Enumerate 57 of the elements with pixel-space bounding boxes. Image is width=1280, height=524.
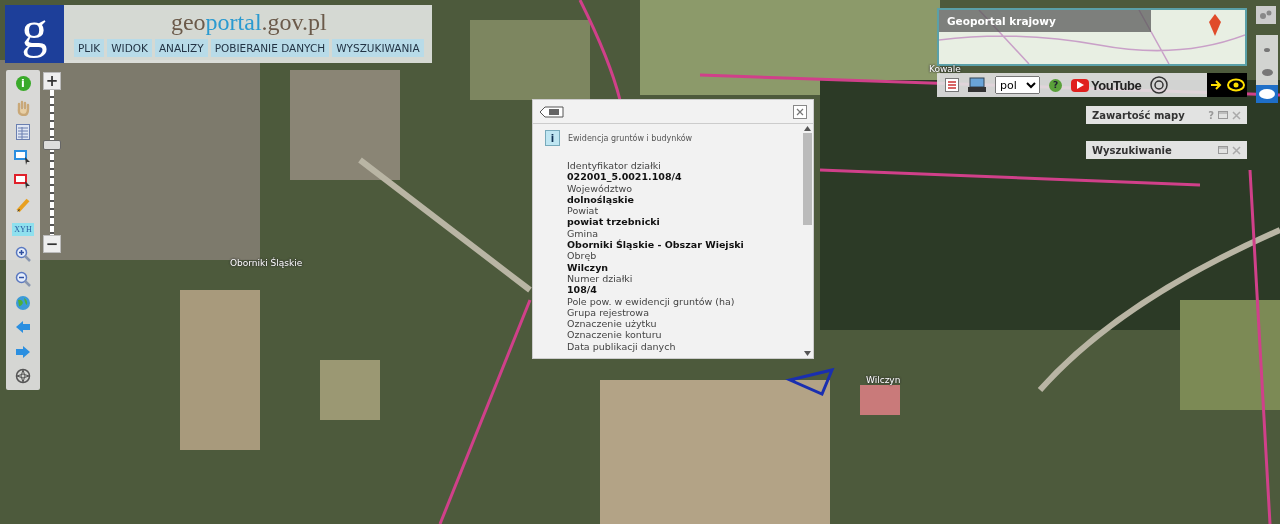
maximize-icon[interactable]: [1218, 111, 1228, 119]
scrollbar[interactable]: [801, 124, 813, 358]
menu-item[interactable]: PLIK: [74, 39, 105, 57]
field-value: dolnośląskie: [567, 193, 635, 206]
field-label: Gmina: [567, 227, 600, 240]
legend-icon[interactable]: [945, 78, 959, 92]
field-value: Wilczyn: [567, 261, 610, 273]
field-label: Oznaczenie użytku: [567, 318, 658, 330]
map-place-label: Oborniki Śląskie: [230, 258, 303, 268]
logo-icon[interactable]: g: [5, 5, 64, 63]
panel-title: Zawartość mapy: [1092, 109, 1185, 121]
scroll-down-icon[interactable]: [803, 351, 811, 356]
field-label: Data publikacji danych: [567, 340, 677, 353]
list-icon[interactable]: [539, 106, 565, 118]
field-label: Województwo: [567, 182, 634, 194]
menu-item[interactable]: WYSZUKIWANIA: [332, 39, 424, 57]
zoom-in-button[interactable]: +: [43, 72, 61, 90]
settings-icon[interactable]: [1256, 6, 1276, 24]
field-value: 108/4: [567, 284, 598, 296]
table-icon[interactable]: [16, 122, 30, 142]
zoom-slider-thumb[interactable]: [43, 139, 61, 150]
youtube-logo[interactable]: YouTube: [1071, 77, 1142, 93]
field-value: Oborniki Śląskie - Obszar Wiejski: [567, 239, 745, 251]
field-value: 022001_5.0021.108/4: [567, 171, 683, 183]
site-title: geoportal.gov.pl: [170, 9, 327, 35]
field-label: Identyfikator działki: [567, 160, 662, 172]
language-select[interactable]: pol: [995, 76, 1040, 94]
field-label: Powiat: [567, 205, 600, 217]
panel-header[interactable]: Zawartość mapy ?: [1086, 106, 1247, 124]
field-label: Oznaczenie konturu: [567, 329, 663, 341]
eye-icon[interactable]: [1256, 85, 1278, 103]
help-icon[interactable]: ?: [1049, 78, 1062, 92]
menu-item[interactable]: WIDOK: [107, 39, 152, 57]
field-value: powiat trzebnicki: [567, 216, 661, 228]
zoom-in-icon[interactable]: [15, 244, 31, 264]
field-label: Grupa rejestrowa: [567, 306, 649, 319]
layer-title: Ewidencja gruntów i budynków: [568, 133, 693, 143]
overview-map[interactable]: Geoportal krajowy: [937, 8, 1247, 66]
info-icon: i: [545, 130, 560, 146]
maximize-icon[interactable]: [1218, 146, 1228, 154]
zoom-out-icon[interactable]: [15, 269, 31, 289]
overview-map-title: Geoportal krajowy: [939, 10, 1151, 32]
field-label: Obręb: [567, 250, 598, 262]
menu-item[interactable]: POBIERANIE DANYCH: [210, 39, 330, 57]
menu-item[interactable]: ANALIZY: [154, 39, 208, 57]
panel-title: Wyszukiwanie: [1092, 144, 1172, 156]
computer-icon[interactable]: [968, 77, 986, 93]
panel-header[interactable]: Wyszukiwanie: [1086, 141, 1247, 159]
field-label: Numer działki: [567, 272, 634, 285]
close-icon[interactable]: [793, 105, 807, 119]
zoom-out-button[interactable]: −: [43, 235, 61, 253]
compass-icon[interactable]: [15, 366, 31, 386]
high-contrast-icon[interactable]: [1207, 73, 1247, 97]
field-label: Pole pow. w ewidencji gruntów (ha): [567, 295, 736, 307]
map-place-label: Kowale: [929, 64, 961, 74]
scroll-up-icon[interactable]: [803, 126, 811, 131]
map-place-label: Wilczyn: [866, 375, 901, 385]
